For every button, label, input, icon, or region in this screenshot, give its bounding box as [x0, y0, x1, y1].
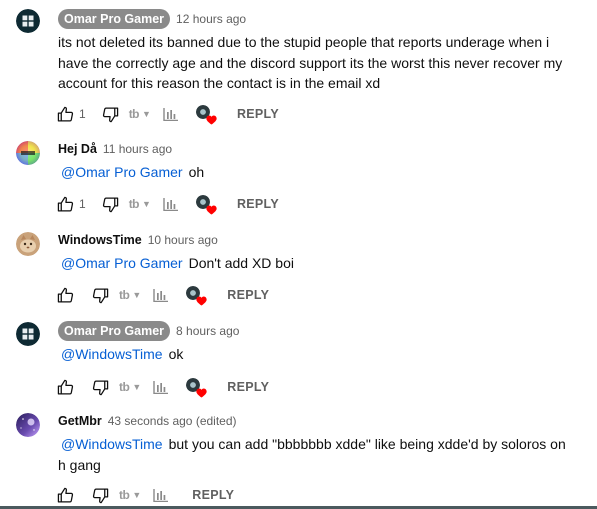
mention-link[interactable]: @Omar Pro Gamer: [61, 255, 183, 271]
comment-time[interactable]: 43 seconds ago (edited): [108, 414, 237, 428]
comment-text-line: but you can add "bbbbbbb xdde" like bein…: [168, 436, 566, 452]
caret-down-icon: ▼: [142, 109, 151, 119]
caret-down-icon: ▼: [132, 490, 142, 500]
tb-extension-icon: tb: [128, 197, 140, 211]
stats-button[interactable]: [163, 194, 178, 214]
thumbs-up-icon: [57, 487, 74, 503]
caret-down-icon: ▼: [132, 382, 142, 392]
bar-chart-icon: [153, 288, 169, 302]
like-button[interactable]: [57, 377, 74, 397]
author-name[interactable]: Omar Pro Gamer: [58, 9, 171, 29]
thumbs-up-icon: [57, 379, 74, 395]
bar-chart-icon: [163, 197, 178, 211]
stats-button[interactable]: [153, 285, 169, 305]
author-name[interactable]: Hej Då: [58, 142, 97, 156]
author-name[interactable]: Omar Pro Gamer: [58, 321, 171, 341]
comment-text-continued: h gang: [58, 455, 568, 476]
heart-icon: [196, 388, 207, 398]
tb-extension-button[interactable]: tb ▼: [129, 194, 151, 214]
mention-link[interactable]: @Omar Pro Gamer: [61, 164, 183, 180]
comment-text-line: have the correctly age and the discord s…: [58, 54, 563, 71]
author-name[interactable]: WindowsTime: [58, 233, 142, 247]
avatar-getmbr[interactable]: [16, 413, 40, 437]
tb-extension-icon: tb: [119, 288, 130, 302]
comment-text-line: ok: [168, 346, 184, 362]
tb-extension-button[interactable]: tb ▼: [129, 104, 151, 124]
reply-button[interactable]: REPLY: [227, 288, 269, 302]
caret-down-icon: ▼: [142, 199, 151, 209]
creator-heart-badge[interactable]: [195, 194, 217, 215]
avatar-omar[interactable]: [16, 9, 40, 33]
creator-heart-badge[interactable]: [195, 104, 217, 125]
thumbs-down-icon: [92, 287, 109, 303]
thumbs-down-icon: [92, 379, 109, 395]
stats-button[interactable]: [153, 377, 169, 397]
dislike-button[interactable]: [102, 194, 119, 214]
caret-down-icon: ▼: [132, 290, 142, 300]
creator-heart-badge[interactable]: [186, 377, 207, 398]
tb-extension-button[interactable]: tb ▼: [119, 485, 141, 505]
author-name[interactable]: GetMbr: [58, 414, 102, 428]
comment-time[interactable]: 8 hours ago: [176, 324, 239, 338]
thumbs-down-icon: [102, 106, 118, 122]
dislike-button[interactable]: [92, 485, 109, 505]
reply-button[interactable]: REPLY: [237, 197, 279, 211]
comment-actions: tb ▼ REPLY: [57, 377, 269, 398]
heart-icon: [206, 205, 217, 215]
comment-time[interactable]: 10 hours ago: [148, 233, 218, 247]
comment-time[interactable]: 12 hours ago: [176, 12, 246, 26]
comment-actions: 1 tb ▼ REPLY: [57, 104, 279, 125]
comment-text: @WindowsTime ok: [61, 344, 571, 365]
stats-button[interactable]: [163, 104, 178, 124]
comment-text-line: Don't add XD boi: [188, 255, 294, 271]
reply-button[interactable]: REPLY: [192, 488, 234, 502]
comment-actions: tb ▼ REPLY: [57, 485, 234, 505]
thumbs-up-icon: [57, 106, 74, 122]
mention-link[interactable]: @WindowsTime: [61, 436, 163, 452]
tb-extension-icon: tb: [128, 107, 140, 121]
comment-text-line: oh: [188, 164, 205, 180]
comment-text: @WindowsTime but you can add "bbbbbbb xdd…: [61, 434, 581, 455]
mention-link[interactable]: @WindowsTime: [61, 346, 163, 362]
tb-extension-icon: tb: [119, 488, 130, 502]
thumbs-up-icon: [57, 287, 74, 303]
comment-text: its not deleted its banned due to the st…: [58, 32, 568, 94]
like-button[interactable]: [57, 485, 74, 505]
heart-icon: [206, 115, 217, 125]
reply-button[interactable]: REPLY: [237, 107, 279, 121]
like-button[interactable]: [57, 104, 74, 124]
thumbs-up-icon: [57, 196, 74, 212]
comment-actions: tb ▼ REPLY: [57, 285, 269, 306]
like-button[interactable]: [57, 194, 74, 214]
dislike-button[interactable]: [102, 104, 119, 124]
avatar-omar[interactable]: [16, 322, 40, 346]
creator-heart-badge[interactable]: [186, 285, 207, 306]
comment-text-line: its not deleted its banned due to the st…: [58, 34, 550, 50]
dislike-button[interactable]: [92, 377, 109, 397]
thumbs-down-icon: [102, 196, 118, 212]
like-button[interactable]: [57, 285, 74, 305]
comment-actions: 1 tb ▼ REPLY: [57, 194, 279, 215]
like-count: 1: [79, 107, 86, 121]
stats-button[interactable]: [153, 485, 169, 505]
heart-icon: [196, 296, 207, 306]
thumbs-down-icon: [92, 487, 109, 503]
comment-time[interactable]: 11 hours ago: [103, 142, 172, 156]
comment-text: @Omar Pro Gamer oh: [61, 162, 571, 183]
bar-chart-icon: [153, 380, 169, 394]
like-count: 1: [79, 197, 86, 211]
bar-chart-icon: [163, 107, 178, 121]
comment-text-line: h gang: [58, 457, 101, 473]
tb-extension-button[interactable]: tb ▼: [119, 377, 141, 397]
dislike-button[interactable]: [92, 285, 109, 305]
comment-text-line: account for this reason the contact is i…: [58, 75, 381, 91]
tb-extension-icon: tb: [119, 380, 130, 394]
tb-extension-button[interactable]: tb ▼: [119, 285, 141, 305]
avatar-hej-da[interactable]: [16, 141, 40, 165]
comment-text: @Omar Pro Gamer Don't add XD boi: [61, 253, 571, 274]
reply-button[interactable]: REPLY: [227, 380, 269, 394]
bar-chart-icon: [153, 488, 169, 502]
avatar-windowstime[interactable]: [16, 232, 40, 256]
